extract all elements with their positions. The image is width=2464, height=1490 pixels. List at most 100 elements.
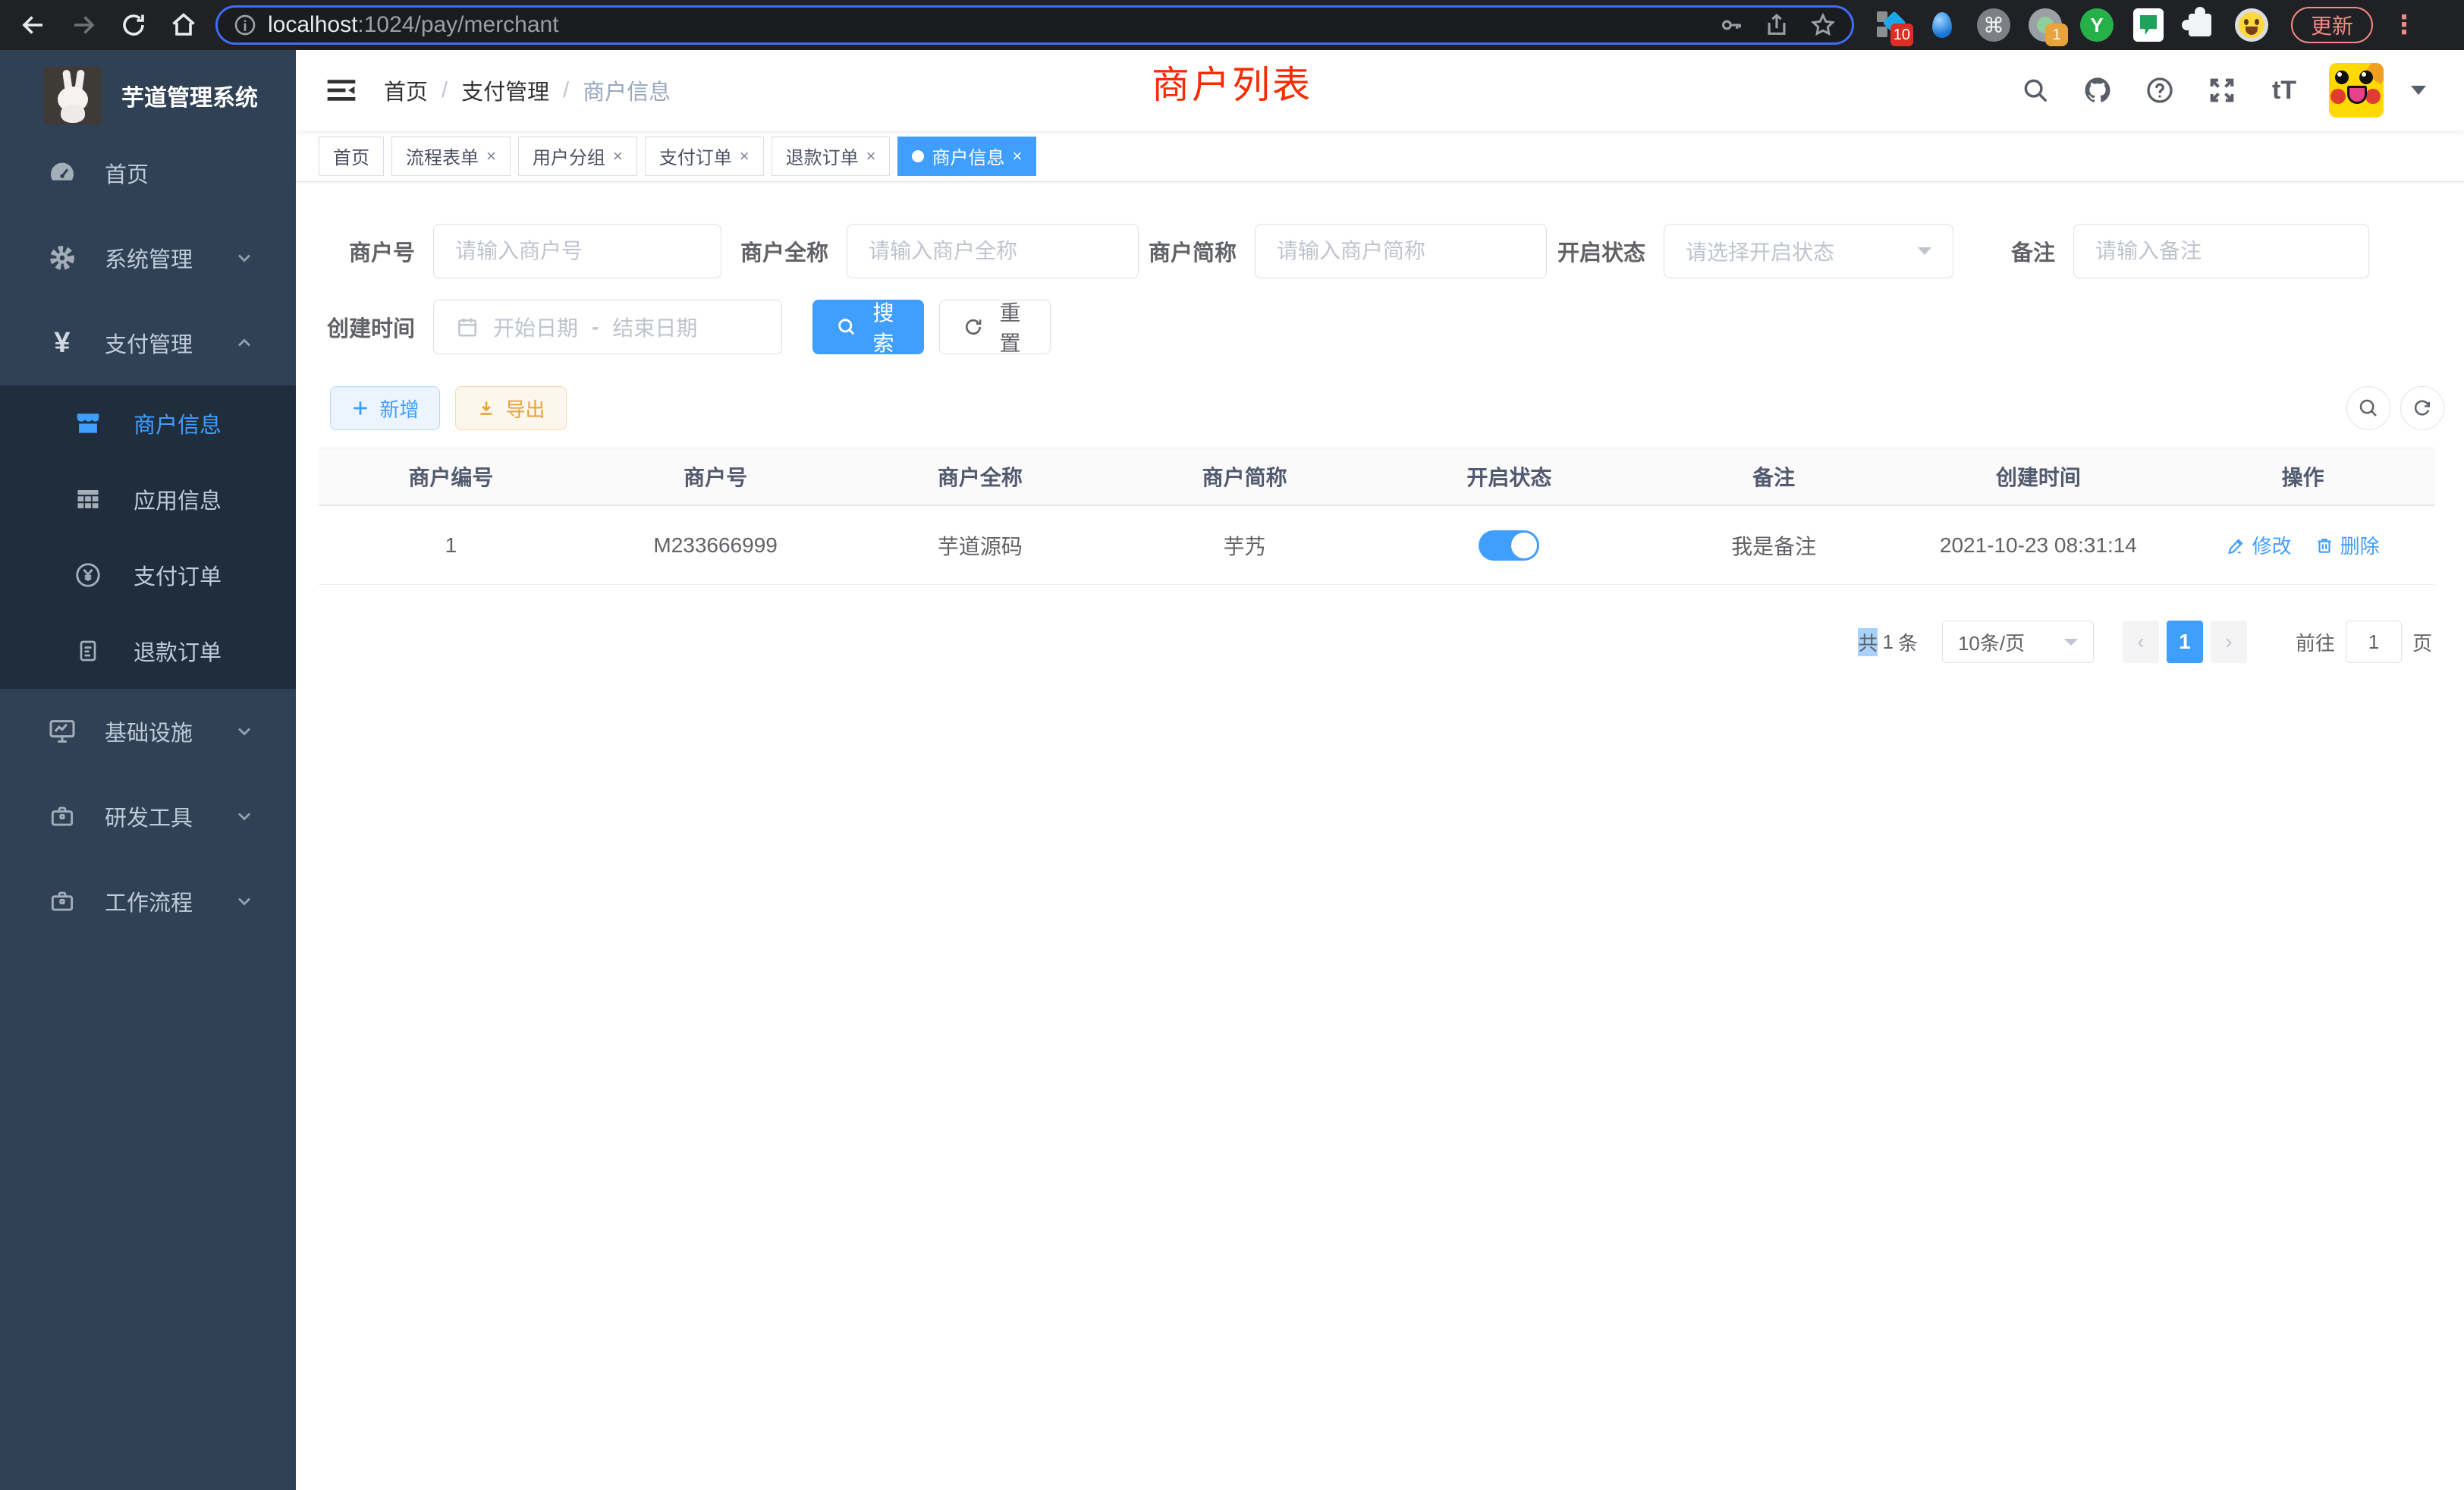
merchant-no-input[interactable] [455, 239, 699, 263]
filter-label: 商户号 [311, 235, 433, 267]
close-icon[interactable]: × [740, 146, 750, 166]
breadcrumb-home[interactable]: 首页 [384, 74, 428, 106]
avatar-caret-icon[interactable] [2411, 86, 2426, 95]
dashboard-icon [46, 158, 79, 188]
chrome-update-button[interactable]: 更新 [2291, 7, 2373, 43]
status-toggle[interactable] [1479, 530, 1539, 561]
tab-home[interactable]: 首页 [319, 137, 384, 176]
prev-page-button[interactable]: ‹ [2123, 621, 2159, 663]
shop-icon [73, 409, 103, 438]
extension-doc-icon[interactable] [2132, 8, 2165, 42]
extension-badge: 1 [2045, 24, 2068, 46]
sidebar-collapse-icon[interactable] [325, 74, 358, 107]
next-page-button[interactable]: › [2211, 621, 2247, 663]
extension-blocks-icon[interactable]: 10 [1874, 8, 1907, 42]
delete-link[interactable]: 删除 [2315, 531, 2380, 559]
sidebar-item-system[interactable]: 系统管理 [0, 215, 296, 300]
sidebar-item-home[interactable]: 首页 [0, 130, 296, 215]
sidebar-item-label: 研发工具 [105, 800, 234, 832]
navbar-actions: tT [2018, 63, 2426, 118]
filter-label: 创建时间 [311, 311, 433, 343]
user-avatar[interactable] [2329, 63, 2384, 118]
extension-command-icon[interactable]: ⌘ [1977, 8, 2010, 42]
bookmark-star-icon[interactable] [1809, 11, 1837, 39]
sidebar-item-pay-order[interactable]: 支付订单 [0, 537, 296, 613]
refresh-table-button[interactable] [2400, 386, 2444, 430]
sidebar-logo[interactable]: 芋道管理系统 [44, 67, 258, 124]
page-content: 商户号 商户全称 商户简称 开启状态 请选择开启状态 [296, 182, 2464, 1490]
remark-input[interactable] [2095, 239, 2347, 263]
sidebar-item-merchant-info[interactable]: 商户信息 [0, 385, 296, 461]
profile-avatar-icon[interactable] [2235, 8, 2268, 42]
tags-view-bar: 首页 流程表单× 用户分组× 支付订单× 退款订单× 商户信息× [296, 130, 2464, 182]
extension-pin-icon[interactable] [1925, 8, 1959, 42]
sidebar-item-refund-order[interactable]: 退款订单 [0, 613, 296, 689]
reset-button[interactable]: 重置 [939, 300, 1051, 354]
sidebar-item-infrastructure[interactable]: 基础设施 [0, 689, 296, 774]
edit-link[interactable]: 修改 [2227, 531, 2292, 559]
page-1-button[interactable]: 1 [2167, 621, 2203, 663]
filter-status: 开启状态 请选择开启状态 [1523, 224, 1953, 278]
address-bar[interactable]: localhost:1024/pay/merchant [215, 5, 1854, 45]
status-select[interactable]: 请选择开启状态 [1664, 224, 1953, 278]
extensions-puzzle-icon[interactable] [2183, 8, 2217, 42]
app-title: 芋道管理系统 [121, 79, 258, 112]
full-name-input[interactable] [869, 239, 1117, 263]
end-date-placeholder: 结束日期 [612, 312, 697, 342]
extension-status-icon[interactable]: 1 [2029, 8, 2062, 42]
close-icon[interactable]: × [613, 146, 623, 166]
close-icon[interactable]: × [866, 146, 876, 166]
goto-page-input[interactable] [2346, 621, 2402, 663]
column-header: 操作 [2170, 461, 2435, 492]
sidebar-item-dev-tools[interactable]: 研发工具 [0, 774, 296, 859]
breadcrumb-payment[interactable]: 支付管理 [461, 74, 549, 106]
show-search-toggle-button[interactable] [2346, 386, 2390, 430]
table-row: 1 M233666999 芋道源码 芋艿 我是备注 2021-10-23 08:… [319, 506, 2435, 585]
tab-user-group[interactable]: 用户分组× [518, 137, 637, 176]
share-icon[interactable] [1764, 12, 1790, 38]
column-header: 备注 [1642, 461, 1906, 492]
search-icon[interactable] [2018, 73, 2053, 108]
close-icon[interactable]: × [486, 146, 496, 166]
date-range-picker[interactable]: 开始日期 - 结束日期 [433, 300, 782, 354]
chevron-down-icon [2064, 639, 2078, 646]
sidebar-item-workflow[interactable]: 工作流程 [0, 859, 296, 944]
chevron-down-icon [234, 806, 255, 827]
add-button[interactable]: 新增 [330, 386, 440, 430]
url-text[interactable]: localhost:1024/pay/merchant [268, 12, 1708, 38]
main-area: 首页 / 支付管理 / 商户信息 [296, 50, 2464, 1490]
sidebar-item-label: 商户信息 [134, 407, 222, 439]
filter-create-time: 创建时间 开始日期 - 结束日期 [311, 300, 782, 354]
chrome-menu-icon[interactable]: ⋮ [2391, 10, 2417, 40]
close-icon[interactable]: × [1012, 146, 1022, 166]
column-header: 创建时间 [1906, 461, 2171, 492]
font-size-icon[interactable]: tT [2267, 73, 2302, 108]
help-icon[interactable] [2142, 73, 2177, 108]
home-icon[interactable] [164, 5, 203, 45]
export-button[interactable]: 导出 [455, 386, 567, 430]
sidebar-item-payment[interactable]: ¥ 支付管理 [0, 300, 296, 385]
password-key-icon[interactable] [1718, 12, 1744, 38]
page-size-select[interactable]: 10条/页 [1942, 621, 2094, 663]
short-name-input[interactable] [1277, 239, 1525, 263]
download-icon [476, 398, 496, 418]
site-info-icon[interactable] [233, 13, 257, 37]
reload-icon[interactable] [114, 5, 153, 45]
sidebar-item-app-info[interactable]: 应用信息 [0, 461, 296, 537]
search-button[interactable]: 搜索 [812, 300, 924, 354]
forward-icon[interactable] [64, 5, 103, 45]
edit-pencil-icon [2227, 536, 2246, 555]
github-icon[interactable] [2080, 73, 2115, 108]
tab-pay-order[interactable]: 支付订单× [645, 137, 764, 176]
back-icon[interactable] [14, 5, 53, 45]
extension-y-icon[interactable]: Y [2080, 8, 2114, 42]
tab-merchant-info[interactable]: 商户信息× [897, 137, 1036, 176]
tab-process-form[interactable]: 流程表单× [391, 137, 511, 176]
breadcrumb-separator: / [442, 78, 448, 103]
fullscreen-icon[interactable] [2205, 73, 2239, 108]
app: 芋道管理系统 首页 系统管理 [0, 50, 2464, 1490]
monitor-chart-icon [46, 716, 79, 747]
filter-short-name: 商户简称 [1114, 224, 1547, 278]
tab-refund-order[interactable]: 退款订单× [772, 137, 891, 176]
chevron-down-icon [234, 891, 255, 912]
